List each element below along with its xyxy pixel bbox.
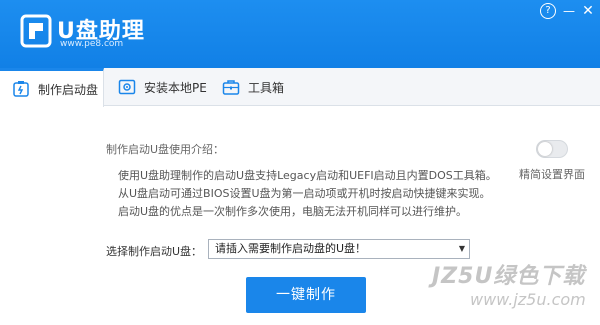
gear-box-icon <box>118 79 136 95</box>
simplify-settings-toggle[interactable] <box>536 140 568 158</box>
intro-line: 启动U盘的优点是一次制作多次使用，电脑无法开机同样可以进行维护。 <box>118 205 468 218</box>
app-logo: U盘助理 www.pe8.com <box>20 13 220 53</box>
one-click-make-button[interactable]: 一键制作 <box>246 277 366 313</box>
minimize-button[interactable]: — <box>561 3 577 19</box>
intro-line: 从U盘启动可通过BIOS设置U盘为第一启动项或开机时按启动快捷键来实现。 <box>118 187 491 200</box>
simplify-settings-label: 精简设置界面 <box>519 168 585 181</box>
logo-mark-icon <box>20 14 52 48</box>
help-button[interactable]: ? <box>540 3 556 19</box>
watermark-url: www.jz5u.com <box>470 290 586 309</box>
tab-label: 制作启动盘 <box>38 82 99 97</box>
chevron-down-icon: ▼ <box>458 244 465 253</box>
intro-title: 制作启动U盘使用介绍： <box>106 143 225 156</box>
watermark-main: JZ5U绿色下载 <box>432 264 586 289</box>
title-bar: U盘助理 www.pe8.com ? — ✕ <box>0 0 600 68</box>
intro-line: 使用U盘助理制作的启动U盘支持Legacy启动和UEFI启动且内置DOS工具箱。 <box>118 169 497 182</box>
tab-toolbox[interactable]: 工具箱 <box>222 68 284 106</box>
watermark: JZ5U绿色下载 www.jz5u.com <box>432 258 600 322</box>
usb-select-label: 选择制作启动U盘： <box>106 245 203 258</box>
tab-label: 工具箱 <box>248 80 285 95</box>
usb-select-value: 请插入需要制作启动盘的U盘！ <box>215 242 367 255</box>
close-button[interactable]: ✕ <box>580 3 596 19</box>
tab-make-boot-disk[interactable]: 制作启动盘 <box>0 68 104 107</box>
toolbox-icon <box>222 80 240 95</box>
tab-install-local-pe[interactable]: 安装本地PE <box>118 68 207 106</box>
tab-label: 安装本地PE <box>144 80 207 95</box>
tab-bar: 制作启动盘 安装本地PE 工具箱 <box>0 68 600 107</box>
app-subtitle: www.pe8.com <box>60 39 124 49</box>
toggle-knob <box>538 142 552 156</box>
usb-select-dropdown[interactable]: 请插入需要制作启动盘的U盘！ ▼ <box>208 239 470 259</box>
usb-icon <box>13 81 29 97</box>
